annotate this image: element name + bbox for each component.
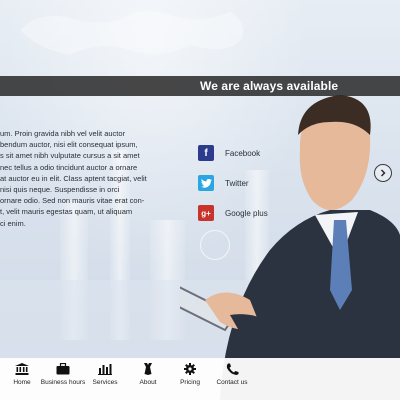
chevron-right-icon [381,169,386,177]
phone-icon [226,363,239,375]
nav-label: Services [92,379,118,386]
social-links: f Facebook Twitter g+ Google plus [198,138,308,228]
nav-label: About [139,379,157,386]
person-tie-icon [144,363,152,375]
social-label: Facebook [225,148,261,158]
nav-item-contact-us[interactable]: Contact us [216,358,248,400]
nav-item-pricing[interactable]: Pricing [178,358,202,400]
nav-item-about[interactable]: About [137,358,159,400]
social-link-twitter[interactable]: Twitter [198,168,308,198]
banner-title: We are always available [200,79,339,93]
google-plus-icon: g+ [198,205,214,221]
social-link-google-plus[interactable]: g+ Google plus [198,198,308,228]
next-slide-button[interactable] [374,164,392,182]
bar-chart-icon [98,364,112,375]
nav-label: Home [13,379,31,386]
availability-banner: We are always available [0,76,400,96]
social-label: Twitter [225,178,249,188]
body-text: um. Proin gravida nibh vel velit auctor … [0,129,147,228]
nav-item-home[interactable]: Home [10,358,34,400]
nav-item-business-hours[interactable]: Business hours [40,358,86,400]
decorative-circle [200,230,230,260]
nav-label: Business hours [40,379,86,386]
social-label: Google plus [225,208,268,218]
bank-icon [15,363,29,375]
gear-icon [184,363,196,375]
briefcase-icon [56,363,70,375]
nav-label: Pricing [180,379,200,386]
bottom-navigation: Home Business hours Services About Prici… [0,358,400,400]
social-link-facebook[interactable]: f Facebook [198,138,308,168]
facebook-icon: f [198,145,214,161]
nav-item-services[interactable]: Services [92,358,118,400]
twitter-icon [198,175,214,191]
nav-label: Contact us [216,379,248,386]
